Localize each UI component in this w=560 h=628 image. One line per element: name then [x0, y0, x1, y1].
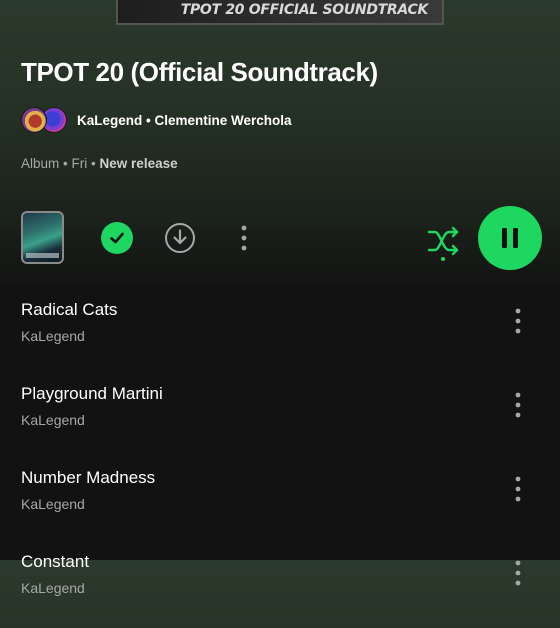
track-artist: KaLegend — [21, 412, 85, 428]
release-status: New release — [99, 156, 178, 171]
album-type: Album — [21, 156, 60, 171]
meta-separator: • — [63, 156, 68, 171]
track-row[interactable]: Number Madness KaLegend — [0, 460, 560, 544]
track-artist: KaLegend — [21, 496, 85, 512]
track-artist: KaLegend — [21, 580, 85, 596]
artists-row[interactable]: KaLegend • Clementine Werchola — [21, 105, 292, 135]
track-more-button[interactable] — [506, 558, 530, 588]
track-more-button[interactable] — [506, 474, 530, 504]
more-vertical-icon — [515, 392, 521, 418]
more-options-button[interactable] — [232, 222, 256, 254]
album-thumbnail[interactable] — [21, 211, 64, 264]
shuffle-button[interactable] — [426, 224, 462, 264]
download-button[interactable] — [164, 222, 196, 254]
track-title: Playground Martini — [21, 384, 163, 403]
check-icon — [110, 232, 124, 244]
more-vertical-icon — [515, 308, 521, 334]
pause-icon — [502, 228, 518, 248]
track-row[interactable]: Radical Cats KaLegend — [0, 292, 560, 376]
album-meta: Album • Fri • New release — [21, 156, 178, 171]
album-cover-caption: TPOT 20 OFFICIAL SOUNDTRACK — [180, 2, 429, 18]
track-title: Constant — [21, 552, 90, 571]
track-more-button[interactable] — [506, 390, 530, 420]
track-artist: KaLegend — [21, 328, 85, 344]
play-pause-button[interactable] — [478, 206, 542, 270]
meta-separator: • — [91, 156, 96, 171]
more-vertical-icon — [515, 476, 521, 502]
artist-avatar[interactable] — [21, 107, 47, 133]
shuffle-icon — [427, 226, 459, 261]
action-bar — [0, 206, 560, 270]
saved-button[interactable] — [101, 222, 133, 254]
album-cover: TPOT 20 OFFICIAL SOUNDTRACK — [116, 0, 444, 25]
more-vertical-icon — [241, 225, 247, 251]
more-vertical-icon — [515, 560, 521, 586]
track-list: Radical Cats KaLegend Playground Martini… — [0, 292, 560, 628]
track-more-button[interactable] — [506, 306, 530, 336]
track-title: Radical Cats — [21, 300, 118, 319]
track-row[interactable]: Playground Martini KaLegend — [0, 376, 560, 460]
track-row[interactable]: Constant KaLegend — [0, 544, 560, 628]
release-date: Fri — [71, 156, 88, 171]
artists-label[interactable]: KaLegend • Clementine Werchola — [77, 113, 292, 128]
album-title: TPOT 20 (Official Soundtrack) — [21, 57, 378, 87]
track-title: Number Madness — [21, 468, 156, 487]
download-icon — [165, 223, 195, 253]
